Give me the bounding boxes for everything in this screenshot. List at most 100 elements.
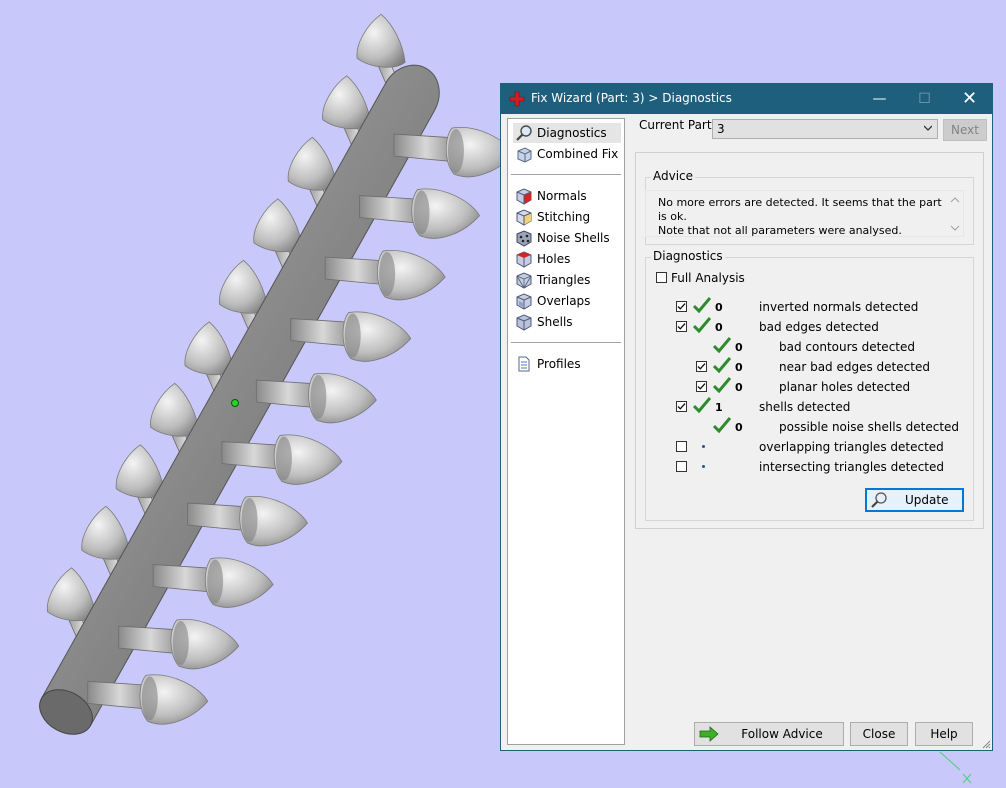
nav-item-label: Overlaps: [537, 294, 591, 308]
cone: [150, 382, 200, 437]
nav-separator: [511, 342, 621, 343]
not-analysed-dot-icon: [702, 445, 705, 448]
window-title: Fix Wizard (Part: 3) > Diagnostics: [531, 91, 732, 105]
diagnostic-checkbox[interactable]: [676, 321, 687, 332]
green-check-icon: [712, 417, 732, 435]
close-window-button[interactable]: ✕: [947, 84, 992, 114]
current-part-select[interactable]: 3: [712, 119, 938, 139]
green-check-icon: [692, 317, 712, 335]
cone-base: [344, 313, 361, 358]
combined-fix-icon: [517, 147, 532, 163]
triangles-cube-icon: [516, 272, 532, 289]
arrow-right-icon: [699, 726, 719, 742]
close-label: Close: [862, 727, 896, 741]
diagnostic-label: near bad edges detected: [779, 360, 930, 374]
wizard-nav: Diagnostics Combined Fix Normals Stitchi…: [507, 118, 625, 745]
checkmark-icon: [677, 323, 686, 330]
diagnostic-label: bad contours detected: [779, 340, 915, 354]
cone-base: [241, 498, 258, 543]
nav-item-stitching[interactable]: Stitching: [513, 207, 621, 227]
diagnostic-label: inverted normals detected: [759, 300, 919, 314]
diagnostic-label: intersecting triangles detected: [759, 460, 944, 474]
nav-item-overlaps[interactable]: Overlaps: [513, 291, 621, 311]
nav-item-holes[interactable]: Holes: [513, 249, 621, 269]
cone: [287, 136, 337, 191]
diagnostic-count: 0: [735, 421, 743, 434]
scroll-up-icon[interactable]: [950, 196, 960, 204]
nav-item-diagnostics[interactable]: Diagnostics: [513, 123, 621, 143]
nav-item-label: Stitching: [537, 210, 591, 224]
current-part-value: 3: [717, 122, 725, 136]
diagnostic-count: 0: [735, 361, 743, 374]
diagnostic-checkbox[interactable]: [696, 381, 707, 392]
diagnostic-count: 0: [735, 381, 743, 394]
green-check-icon: [712, 337, 732, 355]
nav-item-label: Combined Fix: [537, 147, 619, 161]
fix-wizard-dialog: Fix Wizard (Part: 3) > Diagnostics — ☐ ✕…: [500, 83, 993, 751]
nav-item-label: Normals: [537, 189, 587, 203]
resize-grip-icon[interactable]: [981, 739, 991, 749]
diagnostics-title: Diagnostics: [651, 249, 725, 263]
cone: [47, 567, 96, 622]
maximize-button[interactable]: ☐: [902, 84, 947, 114]
green-check-icon: [692, 297, 712, 315]
app-cross-icon: [509, 91, 525, 107]
diagnostic-checkbox[interactable]: [676, 461, 687, 472]
scroll-down-icon[interactable]: [950, 224, 960, 232]
cone-base: [172, 621, 189, 666]
nav-item-triangles[interactable]: Triangles: [513, 270, 621, 290]
diagnostic-label: planar holes detected: [779, 380, 911, 394]
title-bar[interactable]: Fix Wizard (Part: 3) > Diagnostics — ☐ ✕: [501, 84, 992, 114]
nav-item-label: Noise Shells: [537, 231, 610, 245]
cone-base: [207, 559, 224, 604]
not-analysed-dot-icon: [702, 465, 705, 468]
magnifier-icon: [516, 125, 532, 141]
cone-base: [310, 375, 327, 420]
advice-text: No more errors are detected. It seems th…: [658, 196, 942, 237]
full-analysis-label: Full Analysis: [671, 271, 745, 285]
pivot-point: [231, 399, 239, 407]
green-check-icon: [712, 357, 732, 375]
diagnostic-label: shells detected: [759, 400, 851, 414]
diagnostic-checkbox[interactable]: [676, 441, 687, 452]
help-button[interactable]: Help: [915, 722, 973, 746]
next-button[interactable]: Next: [943, 119, 987, 141]
diagnostic-checkbox[interactable]: [676, 401, 687, 412]
axis-indicator: [939, 751, 972, 784]
part-model[interactable]: [32, 13, 515, 743]
cone: [81, 505, 131, 560]
checkmark-icon: [677, 403, 686, 410]
help-label: Help: [930, 727, 958, 741]
diagnostic-count: 0: [715, 301, 723, 314]
nav-item-normals[interactable]: Normals: [513, 186, 621, 206]
advice-textbox: No more errors are detected. It seems th…: [645, 190, 964, 237]
minimize-button[interactable]: —: [857, 84, 902, 114]
nav-item-shells[interactable]: Shells: [513, 312, 621, 332]
nav-item-profiles[interactable]: Profiles: [513, 354, 621, 374]
follow-advice-button[interactable]: Follow Advice: [694, 722, 844, 746]
diagnostic-label: overlapping triangles detected: [759, 440, 944, 454]
nav-item-label: Diagnostics: [537, 126, 607, 140]
diagnostic-checkbox[interactable]: [696, 361, 707, 372]
checkmark-icon: [697, 363, 706, 370]
advice-scrollbar[interactable]: [948, 192, 962, 235]
cone: [115, 444, 165, 499]
shells-cube-icon: [516, 314, 532, 331]
diagnostic-label: bad edges detected: [759, 320, 879, 334]
green-check-icon: [692, 397, 712, 415]
cone-base: [275, 436, 292, 481]
follow-advice-label: Follow Advice: [741, 727, 823, 741]
noise-shells-icon: [516, 230, 532, 247]
cone: [253, 198, 303, 253]
chevron-down-icon: [924, 125, 932, 131]
profiles-document-icon: [518, 356, 530, 372]
nav-item-noise-shells[interactable]: Noise Shells: [513, 228, 621, 248]
rod: [40, 64, 440, 727]
diagnostic-checkbox[interactable]: [676, 301, 687, 312]
full-analysis-checkbox[interactable]: [656, 272, 667, 283]
update-button[interactable]: Update: [865, 488, 964, 512]
checkmark-icon: [697, 383, 706, 390]
nav-item-combined-fix[interactable]: Combined Fix: [513, 144, 621, 164]
nav-item-label: Shells: [537, 315, 573, 329]
close-button[interactable]: Close: [850, 722, 908, 746]
